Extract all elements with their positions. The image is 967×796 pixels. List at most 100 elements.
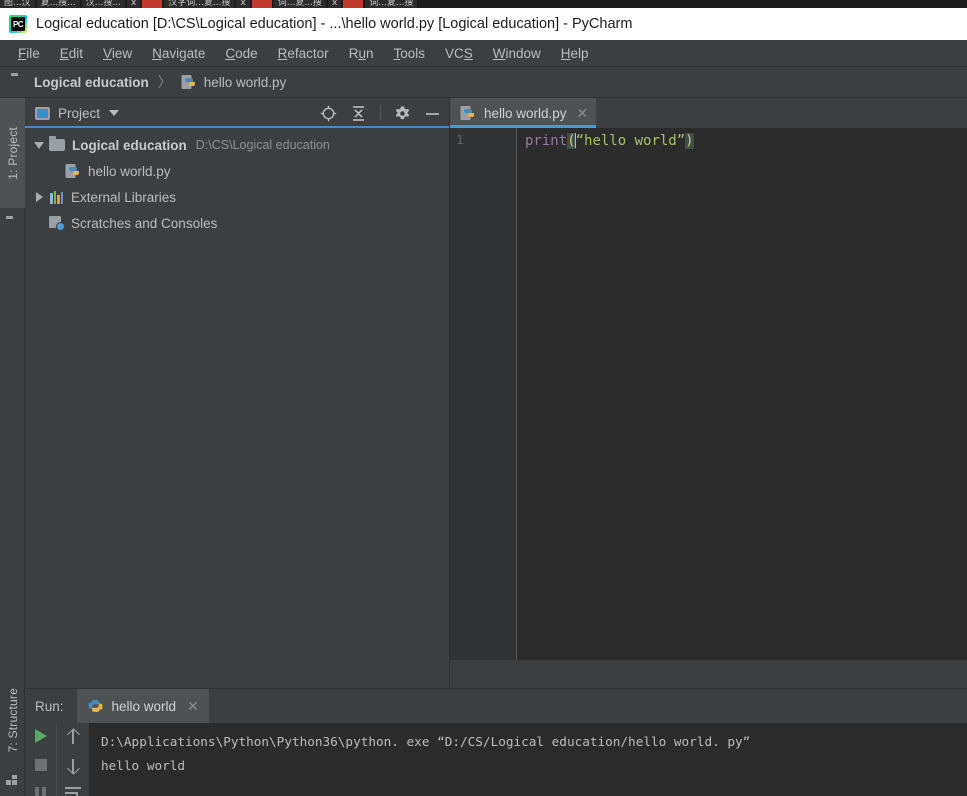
close-icon[interactable]: ✕ — [577, 106, 589, 120]
menu-code[interactable]: Code — [215, 43, 267, 64]
no-twisty — [49, 165, 62, 178]
tree-row-scratches-and-consoles[interactable]: Scratches and Consoles — [25, 210, 449, 236]
rail-tab-project[interactable]: 1: Project — [0, 98, 25, 208]
pycharm-logo-text: PC — [11, 17, 25, 31]
menu-file[interactable]: File — [8, 43, 50, 64]
folder-icon — [49, 136, 66, 153]
breadcrumb: Logical education 〉 hello world.py — [0, 67, 967, 98]
menu-tools[interactable]: Tools — [383, 43, 435, 64]
code-token-function: print — [525, 133, 568, 149]
run-tab-label: hello world — [111, 698, 177, 714]
browser-tab-highlight — [343, 0, 364, 8]
folder-icon — [11, 76, 27, 88]
tree-label: Scratches and Consoles — [71, 215, 218, 231]
background-browser-tabstrip: 图...汉 复...搜... 汉...搜... x 汉字词...复...搜 x … — [0, 0, 967, 8]
window-titlebar: PC Logical education [D:\CS\Logical educ… — [0, 8, 967, 40]
minimize-icon[interactable] — [424, 105, 441, 122]
editor-tabbar: hello world.py ✕ — [450, 98, 967, 128]
run-toolbar-right — [56, 723, 89, 796]
tree-label: External Libraries — [71, 189, 177, 205]
menu-edit[interactable]: Edit — [50, 43, 93, 64]
menu-help[interactable]: Help — [551, 43, 599, 64]
code-token-close-paren: ) — [685, 133, 694, 149]
menu-bar: File Edit View Navigate Code Refactor Ru… — [0, 40, 967, 67]
project-panel-toolbar — [320, 105, 441, 122]
libraries-icon — [49, 190, 65, 204]
console-line: D:\Applications\Python\Python36\python. … — [101, 734, 751, 749]
run-toolbar-left — [25, 723, 56, 796]
browser-tab: 汉字词...复...搜 — [164, 0, 235, 8]
menu-view[interactable]: View — [93, 43, 142, 64]
run-panel-label: Run: — [35, 698, 64, 714]
project-panel-active-underline — [25, 126, 449, 128]
tree-label: hello world.py — [88, 163, 171, 179]
run-tool-window: Run: hello world ✕ D:\Applications\Pytho… — [25, 688, 967, 796]
window-title: Logical education [D:\CS\Logical educati… — [36, 16, 633, 32]
project-panel-header: Project — [25, 98, 449, 128]
rerun-play-icon[interactable] — [34, 729, 47, 743]
gear-icon[interactable] — [394, 105, 411, 122]
tree-label: Logical education — [72, 137, 187, 153]
browser-tab: 词...复...搜 — [365, 0, 418, 8]
menu-vcs[interactable]: VCS — [435, 43, 483, 64]
line-number: 1 — [456, 132, 464, 147]
menu-navigate[interactable]: Navigate — [142, 43, 215, 64]
project-panel-title: Project — [58, 105, 101, 121]
pycharm-window: 图...汉 复...搜... 汉...搜... x 汉字词...复...搜 x … — [0, 0, 967, 796]
browser-tab: x — [236, 0, 250, 8]
browser-tab: x — [327, 0, 342, 8]
code-editor[interactable]: 1 print(“hello world”) — [450, 128, 967, 660]
chevron-right-icon[interactable] — [33, 191, 46, 204]
project-window-icon — [35, 106, 50, 120]
pycharm-logo-icon: PC — [9, 15, 27, 33]
tree-sublabel: D:\CS\Logical education — [195, 138, 330, 152]
left-tool-rail: 1: Project 7: Structure — [0, 98, 25, 796]
tree-row-project-root[interactable]: Logical education D:\CS\Logical educatio… — [25, 132, 449, 158]
browser-tab-highlight — [142, 0, 163, 8]
soft-wrap-icon[interactable] — [65, 787, 81, 796]
code-content[interactable]: print(“hello world”) — [517, 128, 967, 660]
run-panel-header: Run: hello world ✕ — [25, 689, 967, 723]
python-file-icon — [65, 163, 82, 179]
folder-icon — [6, 219, 22, 231]
browser-tab: 汉...搜... — [81, 0, 125, 8]
editor-tab-hello-world-py[interactable]: hello world.py ✕ — [450, 98, 597, 128]
menu-window[interactable]: Window — [483, 43, 551, 64]
chevron-down-icon[interactable] — [109, 110, 120, 116]
pause-icon[interactable] — [34, 787, 47, 796]
editor-gutter: 1 — [450, 128, 517, 660]
rail-tab-structure-label: 7: Structure — [5, 687, 20, 753]
close-icon[interactable]: ✕ — [187, 699, 199, 713]
run-panel-body: D:\Applications\Python\Python36\python. … — [25, 723, 967, 796]
breadcrumb-item-file[interactable]: hello world.py — [181, 74, 286, 90]
console-output[interactable]: D:\Applications\Python\Python36\python. … — [89, 723, 967, 796]
structure-icon — [6, 775, 19, 786]
console-line: hello world — [101, 758, 186, 773]
locate-icon[interactable] — [320, 105, 337, 122]
stop-icon[interactable] — [34, 759, 47, 771]
chevron-down-icon[interactable] — [33, 139, 46, 152]
scratches-icon — [49, 215, 65, 231]
rail-tab-project-label: 1: Project — [5, 126, 20, 180]
collapse-all-icon[interactable] — [350, 105, 367, 122]
python-file-icon — [460, 105, 477, 121]
breadcrumb-item-project[interactable]: Logical education — [11, 75, 149, 90]
browser-tab: 词...复...搜 — [273, 0, 326, 8]
menu-run[interactable]: Run — [339, 43, 384, 64]
tree-row-external-libraries[interactable]: External Libraries — [25, 184, 449, 210]
browser-tab: x — [126, 0, 141, 8]
editor-area: hello world.py ✕ 1 print(“hello world”) — [450, 98, 967, 660]
breadcrumb-label: Logical education — [34, 74, 149, 90]
run-tab-hello-world[interactable]: hello world ✕ — [76, 689, 209, 723]
tree-row-hello-world-py[interactable]: hello world.py — [25, 158, 449, 184]
ide-frame: File Edit View Navigate Code Refactor Ru… — [0, 40, 967, 796]
rail-tab-structure[interactable]: 7: Structure — [0, 672, 25, 768]
menu-refactor[interactable]: Refactor — [268, 43, 339, 64]
browser-tab-highlight — [251, 0, 272, 8]
arrow-down-icon[interactable] — [66, 758, 80, 774]
python-file-icon — [181, 74, 197, 90]
chevron-right-icon: 〉 — [157, 74, 172, 90]
arrow-up-icon[interactable] — [66, 729, 80, 745]
browser-tab: 复...搜... — [36, 0, 80, 8]
